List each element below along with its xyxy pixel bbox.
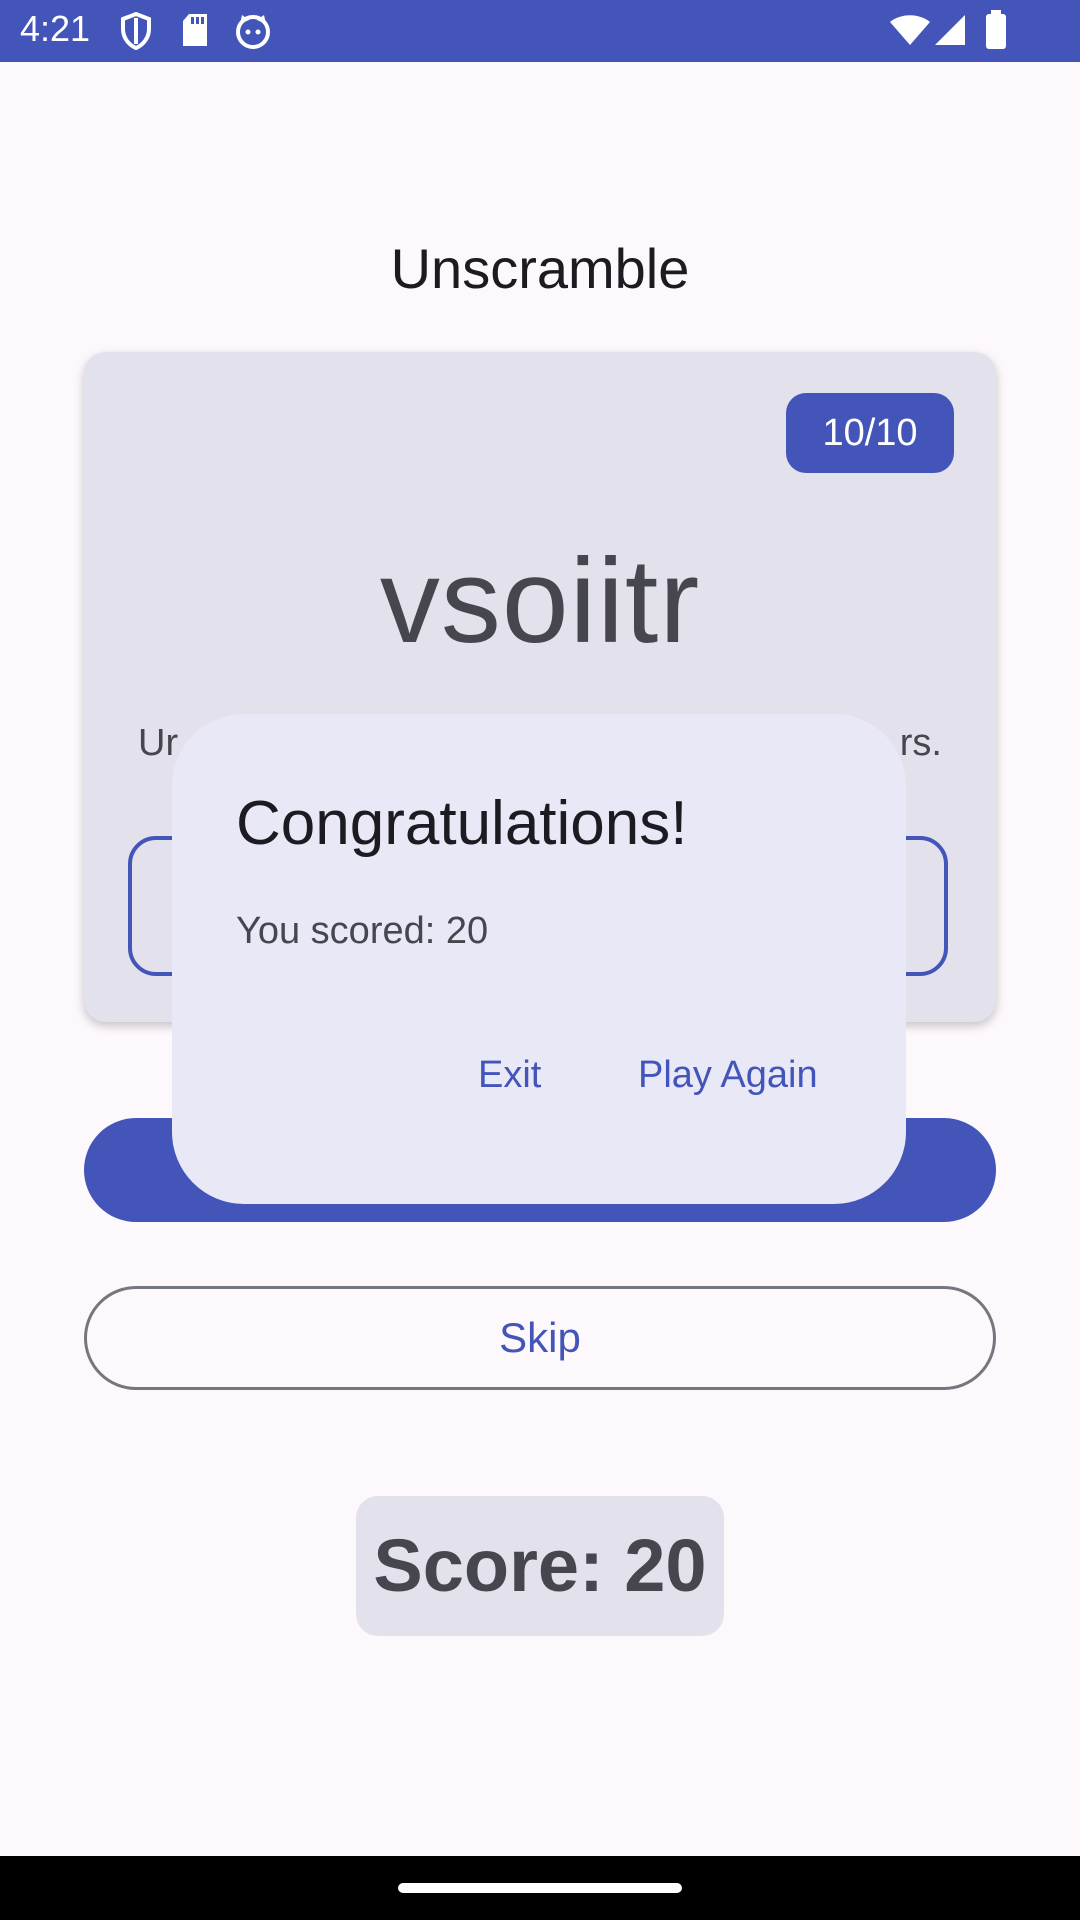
cellular-signal-icon [935, 15, 965, 45]
battery-icon [986, 10, 1006, 49]
home-gesture-handle[interactable] [398, 1883, 682, 1893]
sd-card-icon [183, 14, 207, 46]
play-again-button[interactable]: Play Again [638, 1054, 818, 1097]
wifi-icon [890, 15, 930, 45]
shield-icon [121, 12, 151, 50]
exit-button[interactable]: Exit [478, 1054, 541, 1097]
final-score-dialog: Congratulations! You scored: 20 Exit Pla… [172, 714, 906, 1204]
dialog-score-text: You scored: 20 [236, 910, 489, 952]
status-bar: 4:21 [0, 0, 1080, 62]
cat-face-icon [236, 15, 270, 49]
dialog-title: Congratulations! [236, 789, 688, 858]
status-time: 4:21 [20, 8, 91, 49]
